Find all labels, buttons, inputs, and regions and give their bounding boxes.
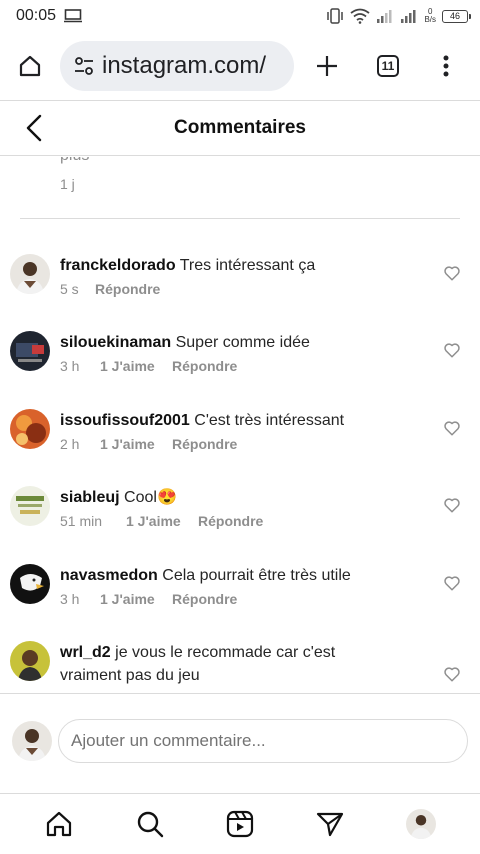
home-icon — [47, 811, 72, 837]
reels-icon — [226, 810, 254, 838]
wifi-icon — [350, 8, 370, 24]
tab-count: 11 — [377, 55, 399, 77]
vibrate-icon — [327, 8, 344, 24]
search-icon — [137, 811, 163, 838]
nav-reels[interactable] — [218, 802, 262, 846]
reply-button[interactable]: Répondre — [172, 358, 237, 374]
signal-icon-2 — [401, 10, 416, 23]
comment-username[interactable]: silouekinaman — [60, 334, 171, 351]
new-tab-button[interactable] — [294, 38, 360, 94]
comment-text: Cool😍 — [124, 489, 177, 506]
avatar[interactable] — [10, 331, 50, 371]
home-icon — [19, 55, 41, 77]
battery-icon: 46 — [442, 9, 471, 23]
plus-icon — [317, 56, 337, 76]
comments-list[interactable]: plus 1 j franckeldorado Tres intéressant… — [0, 157, 480, 692]
comment-text: C'est très intéressant — [194, 412, 345, 429]
heart-icon[interactable] — [443, 665, 461, 683]
comment-text: Tres intéressant ça — [179, 257, 316, 274]
heart-icon[interactable] — [443, 419, 461, 437]
battery-level: 46 — [449, 11, 460, 21]
tab-switcher-button[interactable]: 11 — [360, 38, 416, 94]
browser-home-button[interactable] — [0, 38, 60, 94]
heart-icon[interactable] — [443, 496, 461, 514]
caption-more-link[interactable]: plus — [60, 157, 89, 165]
reply-button[interactable]: Répondre — [172, 436, 237, 452]
send-icon — [317, 812, 344, 837]
comment-text: Super comme idée — [175, 334, 310, 351]
comment-username[interactable]: siableuj — [60, 489, 120, 506]
reply-button[interactable]: Répondre — [198, 513, 263, 529]
browser-toolbar: instagram.com/ 11 — [0, 38, 480, 94]
likes-count-button[interactable]: 1 J'aime — [100, 436, 172, 452]
url-text: instagram.com/ — [102, 52, 267, 79]
profile-avatar — [405, 809, 436, 839]
comment-time: 2 h — [60, 436, 80, 452]
avatar[interactable] — [10, 409, 50, 449]
bottom-nav — [0, 793, 480, 854]
reply-button[interactable]: Répondre — [172, 591, 237, 607]
nav-profile[interactable] — [399, 802, 443, 846]
comment-time: 3 h — [60, 591, 80, 607]
comment-text: Cela pourrait être très utile — [162, 567, 351, 584]
heart-icon[interactable] — [443, 264, 461, 282]
comment-time: 51 min — [60, 513, 103, 529]
reply-button[interactable]: Répondre — [95, 281, 160, 297]
status-bar: 00:05 0 B/s 46 — [0, 0, 480, 32]
comments-header: Commentaires — [0, 100, 480, 156]
more-vert-icon — [443, 55, 449, 77]
comment-input[interactable] — [58, 719, 468, 763]
comment-username[interactable]: issoufissouf2001 — [60, 412, 190, 429]
comment-time: 5 s — [60, 281, 79, 297]
divider — [20, 218, 460, 219]
page-title: Commentaires — [174, 117, 306, 138]
nav-direct[interactable] — [308, 802, 352, 846]
caption-time: 1 j — [60, 176, 75, 192]
comment-username[interactable]: navasmedon — [60, 567, 158, 584]
current-user-avatar — [12, 721, 52, 761]
address-bar[interactable]: instagram.com/ — [60, 41, 294, 91]
monitor-icon — [64, 9, 83, 23]
avatar[interactable] — [10, 254, 50, 294]
comment-username[interactable]: franckeldorado — [60, 257, 176, 274]
net-speed: 0 B/s — [424, 8, 436, 24]
comment-composer — [0, 693, 480, 793]
comment-time: 3 h — [60, 358, 80, 374]
heart-icon[interactable] — [443, 341, 461, 359]
likes-count-button[interactable]: 1 J'aime — [100, 591, 172, 607]
likes-count-button[interactable]: 1 J'aime — [126, 513, 198, 529]
nav-search[interactable] — [128, 802, 172, 846]
signal-icon — [377, 10, 392, 23]
avatar[interactable] — [10, 641, 50, 681]
status-time: 00:05 — [16, 7, 57, 24]
heart-icon[interactable] — [443, 574, 461, 592]
back-button[interactable] — [20, 113, 50, 143]
browser-menu-button[interactable] — [416, 38, 476, 94]
avatar[interactable] — [10, 564, 50, 604]
net-speed-unit: B/s — [424, 15, 436, 24]
likes-count-button[interactable]: 1 J'aime — [100, 358, 172, 374]
nav-home[interactable] — [37, 802, 81, 846]
chevron-left-icon — [26, 114, 42, 142]
site-settings-icon — [75, 57, 93, 75]
comment-username[interactable]: wrl_d2 — [60, 644, 111, 661]
avatar[interactable] — [10, 486, 50, 526]
